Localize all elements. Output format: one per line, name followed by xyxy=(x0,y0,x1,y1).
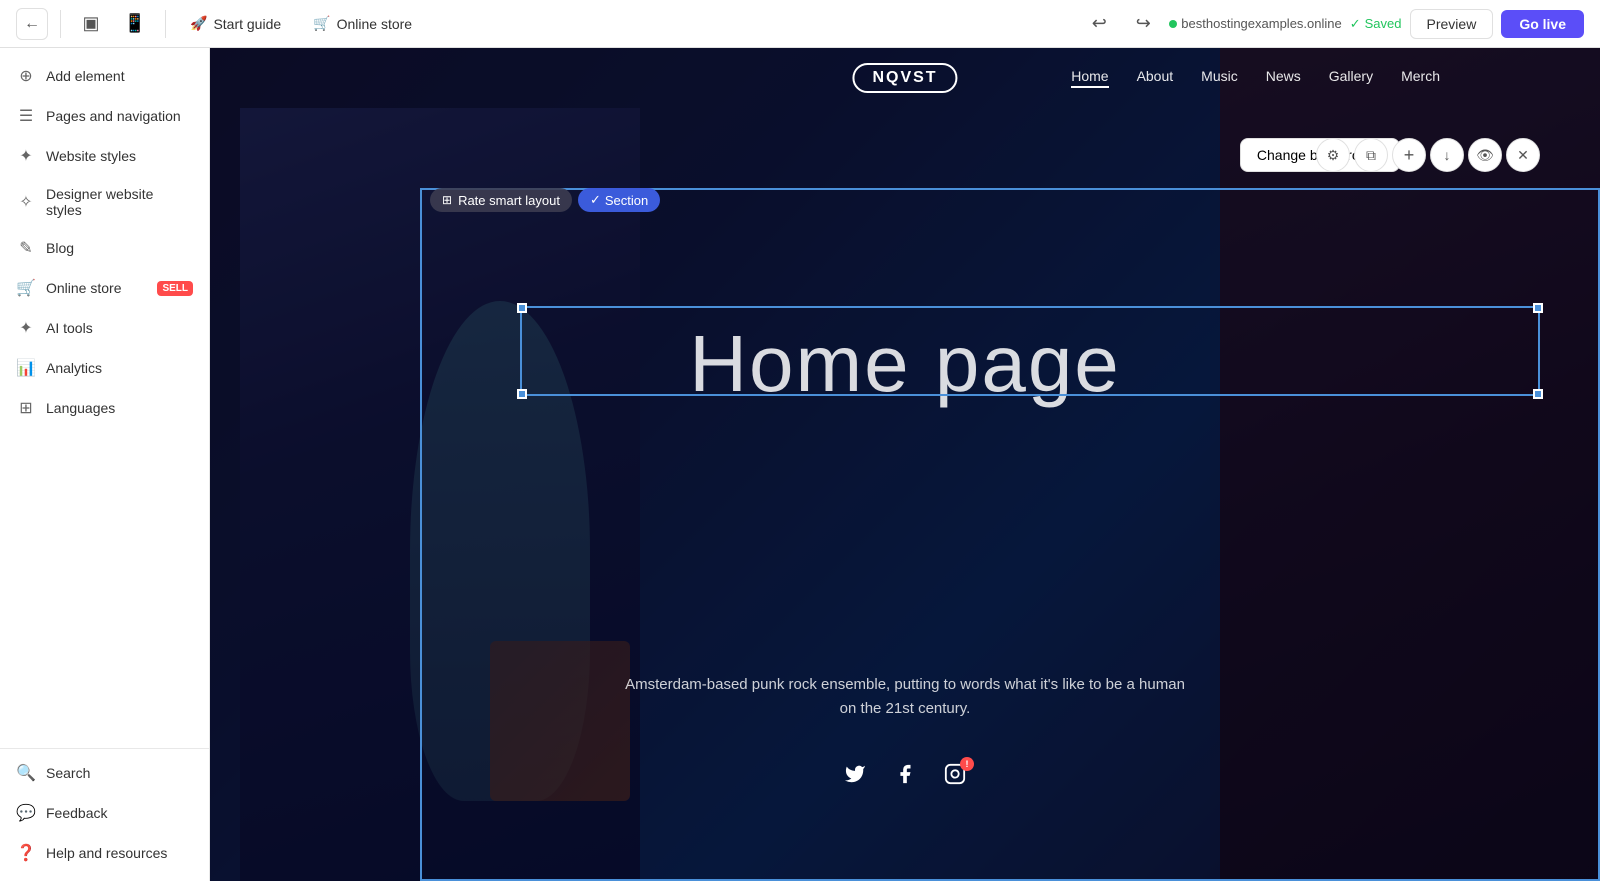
designer-icon: ✧ xyxy=(16,192,36,212)
sidebar-bottom: 🔍 Search 💬 Feedback ❓ Help and resources xyxy=(0,748,209,873)
topbar-divider xyxy=(60,10,61,38)
check-icon-badge: ✓ xyxy=(590,192,601,208)
go-live-button[interactable]: Go live xyxy=(1501,10,1584,38)
sidebar-item-languages[interactable]: ⊞ Languages xyxy=(0,388,209,428)
languages-icon: ⊞ xyxy=(16,398,36,418)
feedback-icon: 💬 xyxy=(16,803,36,823)
main-content: ⊕ Add element ☰ Pages and navigation ✦ W… xyxy=(0,48,1600,881)
cart-icon: 🛒 xyxy=(313,15,330,32)
mobile-icon: 📱 xyxy=(124,13,146,34)
section-badge[interactable]: ✓ Section xyxy=(578,188,660,212)
sidebar-item-ai-tools[interactable]: ✦ AI tools xyxy=(0,308,209,348)
rate-smart-layout-badge[interactable]: ⊞ Rate smart layout xyxy=(430,188,572,212)
sidebar-item-pages-navigation[interactable]: ☰ Pages and navigation xyxy=(0,96,209,136)
nav-link-gallery[interactable]: Gallery xyxy=(1329,68,1373,88)
back-icon: ← xyxy=(24,15,40,33)
help-icon: ❓ xyxy=(16,843,36,863)
settings-tool-button[interactable]: ⚙ xyxy=(1316,138,1350,172)
undo-icon: ↩ xyxy=(1092,13,1107,34)
settings-icon: ⚙ xyxy=(1327,147,1340,164)
sidebar-item-website-styles[interactable]: ✦ Website styles xyxy=(0,136,209,176)
plus-circle-icon: ⊕ xyxy=(16,66,36,86)
subtitle-line2: on the 21st century. xyxy=(210,697,1600,721)
move-down-tool-button[interactable]: ↓ xyxy=(1430,138,1464,172)
sell-badge: SELL xyxy=(157,281,193,296)
desktop-view-button[interactable]: ▣ xyxy=(73,6,109,42)
nav-link-merch[interactable]: Merch xyxy=(1401,68,1440,88)
saved-status: ✓ Saved xyxy=(1350,16,1402,32)
check-icon: ✓ xyxy=(1350,16,1361,32)
redo-button[interactable]: ↪ xyxy=(1125,6,1161,42)
band-background xyxy=(210,48,1600,881)
redo-icon: ↪ xyxy=(1136,13,1151,34)
add-icon: + xyxy=(1404,145,1415,166)
dark-overlay xyxy=(210,48,1600,881)
desktop-icon: ▣ xyxy=(82,13,99,34)
store-icon: 🛒 xyxy=(16,278,36,298)
site-logo: NQVST xyxy=(852,63,957,93)
sidebar-item-add-element[interactable]: ⊕ Add element xyxy=(0,56,209,96)
undo-button[interactable]: ↩ xyxy=(1081,6,1117,42)
layout-grid-icon: ⊞ xyxy=(442,193,452,207)
pages-icon: ☰ xyxy=(16,106,36,126)
twitter-icon[interactable] xyxy=(844,763,866,791)
nav-link-home[interactable]: Home xyxy=(1071,68,1108,88)
arrow-down-icon: ↓ xyxy=(1444,147,1451,163)
mobile-view-button[interactable]: 📱 xyxy=(117,6,153,42)
ai-icon: ✦ xyxy=(16,318,36,338)
preview-button[interactable]: Preview xyxy=(1410,9,1494,39)
delete-tool-button[interactable]: ✕ xyxy=(1506,138,1540,172)
sidebar: ⊕ Add element ☰ Pages and navigation ✦ W… xyxy=(0,48,210,881)
website-preview[interactable]: NQVST Home About Music News Gallery Merc… xyxy=(210,48,1600,881)
back-button[interactable]: ← xyxy=(16,8,48,40)
sidebar-item-help[interactable]: ❓ Help and resources xyxy=(0,833,209,873)
nav-link-about[interactable]: About xyxy=(1137,68,1174,88)
nav-link-news[interactable]: News xyxy=(1266,68,1301,88)
sidebar-item-online-store[interactable]: 🛒 Online store SELL xyxy=(0,268,209,308)
instagram-icon[interactable]: ! xyxy=(944,763,966,791)
blog-icon: ✎ xyxy=(16,238,36,258)
analytics-icon: 📊 xyxy=(16,358,36,378)
sidebar-top: ⊕ Add element ☰ Pages and navigation ✦ W… xyxy=(0,56,209,428)
domain-active-dot xyxy=(1169,20,1177,28)
online-store-button[interactable]: 🛒 Online store xyxy=(301,9,424,38)
facebook-icon[interactable] xyxy=(894,763,916,791)
site-nav-links: Home About Music News Gallery Merch xyxy=(1071,68,1440,88)
preview-tool-button[interactable]: 👁 xyxy=(1468,138,1502,172)
sidebar-item-search[interactable]: 🔍 Search xyxy=(0,753,209,793)
canvas-area[interactable]: NQVST Home About Music News Gallery Merc… xyxy=(210,48,1600,881)
topbar: ← ▣ 📱 🚀 Start guide 🛒 Online store ↩ ↪ b… xyxy=(0,0,1600,48)
start-guide-button[interactable]: 🚀 Start guide xyxy=(178,9,293,38)
copy-tool-button[interactable]: ⧉ xyxy=(1354,138,1388,172)
add-tool-button[interactable]: + xyxy=(1392,138,1426,172)
eye-icon: 👁 xyxy=(1476,147,1494,164)
sidebar-item-analytics[interactable]: 📊 Analytics xyxy=(0,348,209,388)
trash-icon: ✕ xyxy=(1517,147,1529,164)
nav-link-music[interactable]: Music xyxy=(1201,68,1238,88)
social-icons: ! xyxy=(210,763,1600,791)
sidebar-item-feedback[interactable]: 💬 Feedback xyxy=(0,793,209,833)
topbar-right: ↩ ↪ besthostingexamples.online ✓ Saved P… xyxy=(1081,6,1584,42)
sidebar-item-designer-styles[interactable]: ✧ Designer website styles xyxy=(0,176,209,228)
sidebar-item-blog[interactable]: ✎ Blog xyxy=(0,228,209,268)
site-subtitle: Amsterdam-based punk rock ensemble, putt… xyxy=(210,673,1600,721)
site-navigation: NQVST Home About Music News Gallery Merc… xyxy=(210,48,1600,108)
topbar-divider2 xyxy=(165,10,166,38)
styles-icon: ✦ xyxy=(16,146,36,166)
notification-badge: ! xyxy=(960,757,974,771)
domain-display: besthostingexamples.online xyxy=(1169,16,1341,31)
smart-layout-badges: ⊞ Rate smart layout ✓ Section xyxy=(430,188,660,212)
copy-icon: ⧉ xyxy=(1366,147,1376,164)
search-icon: 🔍 xyxy=(16,763,36,783)
subtitle-line1: Amsterdam-based punk rock ensemble, putt… xyxy=(210,673,1600,697)
rocket-icon: 🚀 xyxy=(190,15,207,32)
section-toolbar: ⚙ ⧉ + ↓ 👁 ✕ xyxy=(1316,138,1540,172)
